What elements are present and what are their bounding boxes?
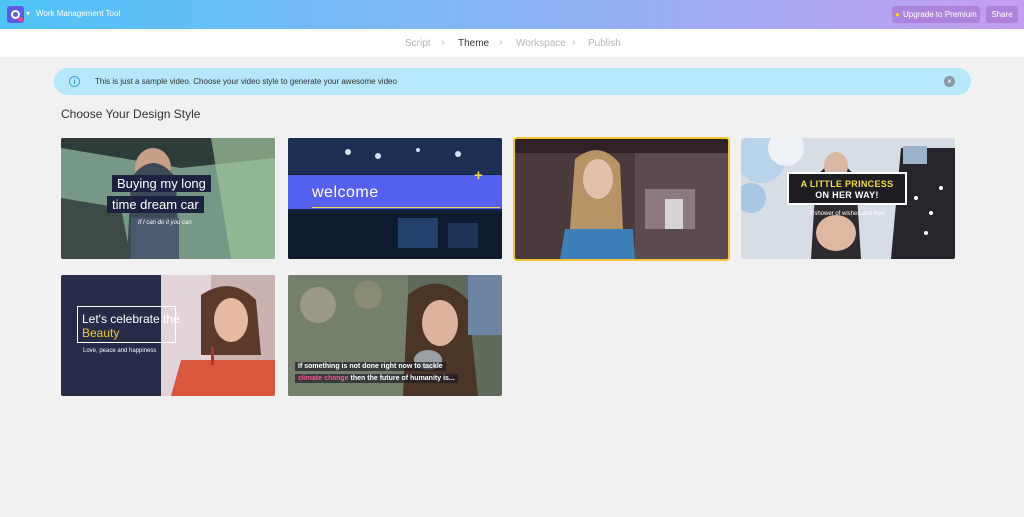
style-card-dream-car[interactable]: Buying my long time dream car If I can d… — [61, 138, 275, 259]
style-card-line2: Beauty — [82, 326, 120, 340]
style-card-climate[interactable]: If something is not done right now to ta… — [288, 275, 502, 396]
style-card-line1: A LITTLE PRINCESS — [800, 179, 894, 189]
app-title: Work Management Tool — [36, 9, 121, 18]
chevron-right-icon: › — [572, 37, 576, 48]
style-card-line1: Let's celebrate the — [82, 312, 180, 326]
upgrade-button[interactable]: ● Upgrade to Premium — [892, 6, 980, 23]
info-icon: i — [69, 76, 80, 87]
chevron-right-icon: › — [441, 37, 445, 48]
notice-text: This is just a sample video. Choose your… — [95, 77, 397, 86]
close-icon[interactable]: × — [944, 76, 955, 87]
upgrade-label: Upgrade to Premium — [903, 10, 977, 19]
star-icon: ● — [895, 10, 901, 19]
style-card-line2: time dream car — [107, 196, 204, 213]
caption-rest: then the future of humanity is... — [348, 375, 455, 382]
style-card-line2: ON HER WAY! — [815, 190, 879, 200]
style-card-princess[interactable]: A LITTLE PRINCESS ON HER WAY! A shower o… — [741, 138, 955, 259]
step-theme[interactable]: Theme — [458, 38, 489, 49]
style-card-word: welcome — [312, 184, 379, 201]
style-card-selected[interactable] — [513, 137, 730, 261]
app-logo-icon[interactable] — [7, 6, 24, 23]
chevron-down-icon[interactable]: ▾ — [26, 9, 30, 18]
step-script[interactable]: Script — [405, 38, 431, 49]
step-navigation: Script › Theme › Workspace › Publish — [0, 29, 1024, 57]
style-card-welcome[interactable]: welcome + — [288, 138, 502, 259]
style-card-subtitle: Love, peace and happiness — [83, 348, 157, 354]
plus-icon: + — [474, 167, 483, 184]
top-bar: ▾ Work Management Tool ● Upgrade to Prem… — [0, 0, 1024, 29]
page-title: Choose Your Design Style — [61, 107, 201, 121]
chevron-right-icon: › — [499, 37, 503, 48]
style-card-subtitle: If I can do it you can — [138, 220, 192, 226]
style-card-beauty[interactable]: Let's celebrate the Beauty Love, peace a… — [61, 275, 275, 396]
style-card-caption2: climate change then the future of humani… — [295, 374, 458, 383]
style-card-caption1: If something is not done right now to ta… — [295, 362, 446, 371]
princess-title-box: A LITTLE PRINCESS ON HER WAY! — [787, 172, 907, 205]
sample-notice: i This is just a sample video. Choose yo… — [54, 68, 971, 95]
highlight-text: climate change — [298, 375, 349, 382]
style-card-subtitle: A shower of wishes and love — [809, 211, 885, 217]
underline-divider — [312, 207, 500, 208]
share-button[interactable]: Share — [986, 6, 1018, 23]
step-workspace[interactable]: Workspace — [516, 38, 566, 49]
step-publish[interactable]: Publish — [588, 38, 621, 49]
style-card-line1: Buying my long — [112, 175, 211, 192]
restaurant-scene-image — [515, 139, 728, 259]
